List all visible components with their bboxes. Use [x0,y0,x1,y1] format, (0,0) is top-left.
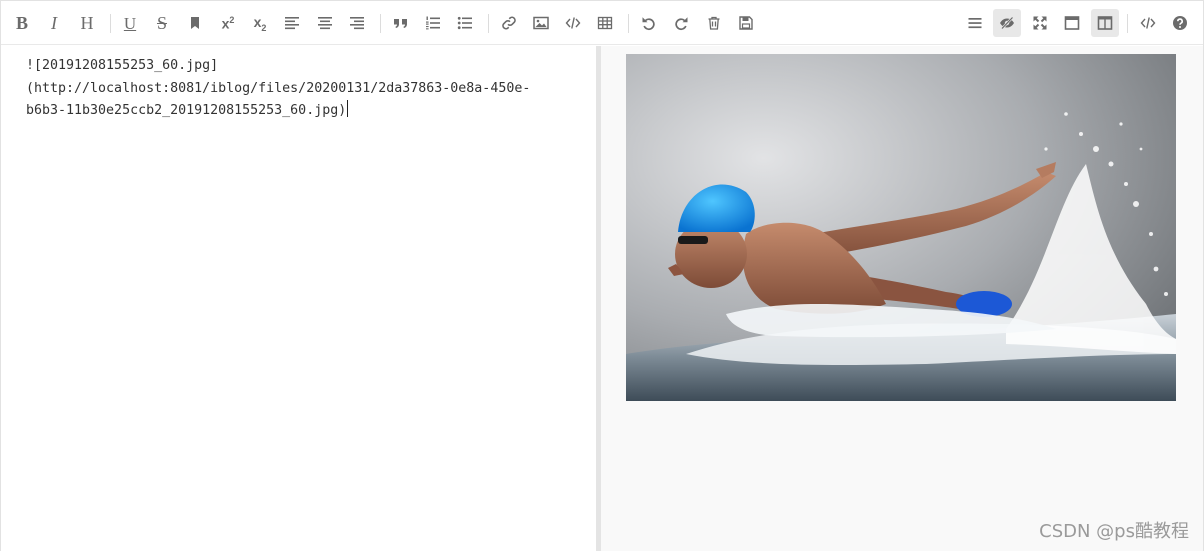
quote-icon [394,19,407,28]
toolbar-separator [488,14,489,33]
toolbar-separator [1127,14,1128,33]
table-button[interactable] [591,9,619,37]
subscript-icon: x2 [253,13,267,33]
watermark: CSDN @ps酷教程 [1039,521,1189,542]
align-center-icon [318,17,332,30]
fullscreen-icon [1033,16,1047,30]
mark-button[interactable] [181,9,209,37]
superscript-button[interactable]: x2 [214,9,242,37]
navigation-menu-icon [968,18,982,29]
code-line-last: b6b3-11b30e25ccb2_20191208155253_60.jpg) [26,100,586,123]
help-icon [1173,16,1187,30]
trash-icon [708,16,720,30]
navigation-button[interactable] [961,9,989,37]
markdown-input-pane[interactable]: ![20191208155253_60.jpg] (http://localhos… [1,46,596,551]
preview-toggle-button[interactable] [993,9,1021,37]
bookmark-icon [191,17,199,29]
trash-button[interactable] [700,9,728,37]
bold-button[interactable]: B [8,9,36,37]
toolbar-separator [380,14,381,33]
italic-button[interactable]: I [40,9,68,37]
toolbar: B I H U S x2 x2 [1,1,1203,45]
save-icon [739,16,753,30]
subscript-button[interactable]: x2 [246,9,274,37]
align-center-button[interactable] [311,9,339,37]
preview-pane: CSDN @ps酷教程 [601,46,1203,551]
image-icon [533,16,549,30]
link-button[interactable] [495,9,523,37]
window-icon [1064,16,1080,30]
text-cursor [347,100,349,117]
heading-icon: H [80,13,94,33]
ordered-list-button[interactable] [419,9,447,37]
strikethrough-icon: S [156,13,167,33]
redo-button[interactable] [667,9,695,37]
read-mode-button[interactable] [1058,9,1086,37]
eye-slash-icon [1000,16,1014,30]
undo-icon [642,17,655,31]
align-right-button[interactable] [343,9,371,37]
undo-button[interactable] [635,9,663,37]
toolbar-separator [110,14,111,33]
code-icon [565,17,581,29]
unordered-list-button[interactable] [451,9,479,37]
swimmer-butterfly-photo [626,54,1176,401]
fullscreen-button[interactable] [1026,9,1054,37]
underline-icon: U [123,13,137,33]
italic-icon: I [51,13,57,33]
html-code-icon [1140,17,1156,29]
align-left-icon [285,17,299,30]
html-code-button[interactable] [1134,9,1162,37]
underline-button[interactable]: U [116,9,144,37]
align-right-icon [350,17,364,30]
bold-icon: B [15,13,28,33]
split-view-button[interactable] [1091,9,1119,37]
superscript-icon: x2 [221,14,235,32]
preview-image [626,54,1176,401]
save-button[interactable] [732,9,760,37]
code-line: ![20191208155253_60.jpg] [26,58,219,73]
ordered-list-icon [426,16,440,30]
help-button[interactable] [1166,9,1194,37]
markdown-source[interactable]: ![20191208155253_60.jpg] (http://localhos… [26,55,586,123]
table-icon [597,16,613,30]
unordered-list-icon [457,16,472,30]
image-button[interactable] [527,9,555,37]
heading-button[interactable]: H [73,9,101,37]
split-columns-icon [1097,16,1113,30]
markdown-editor: B I H U S x2 x2 ![20191208155253_60.jpg]… [0,0,1204,551]
quote-button[interactable] [387,9,415,37]
code-button[interactable] [559,9,587,37]
redo-icon [675,17,688,31]
code-line: (http://localhost:8081/iblog/files/20200… [26,80,531,96]
link-icon [502,16,516,30]
strikethrough-button[interactable]: S [148,9,176,37]
align-left-button[interactable] [278,9,306,37]
toolbar-separator [628,14,629,33]
